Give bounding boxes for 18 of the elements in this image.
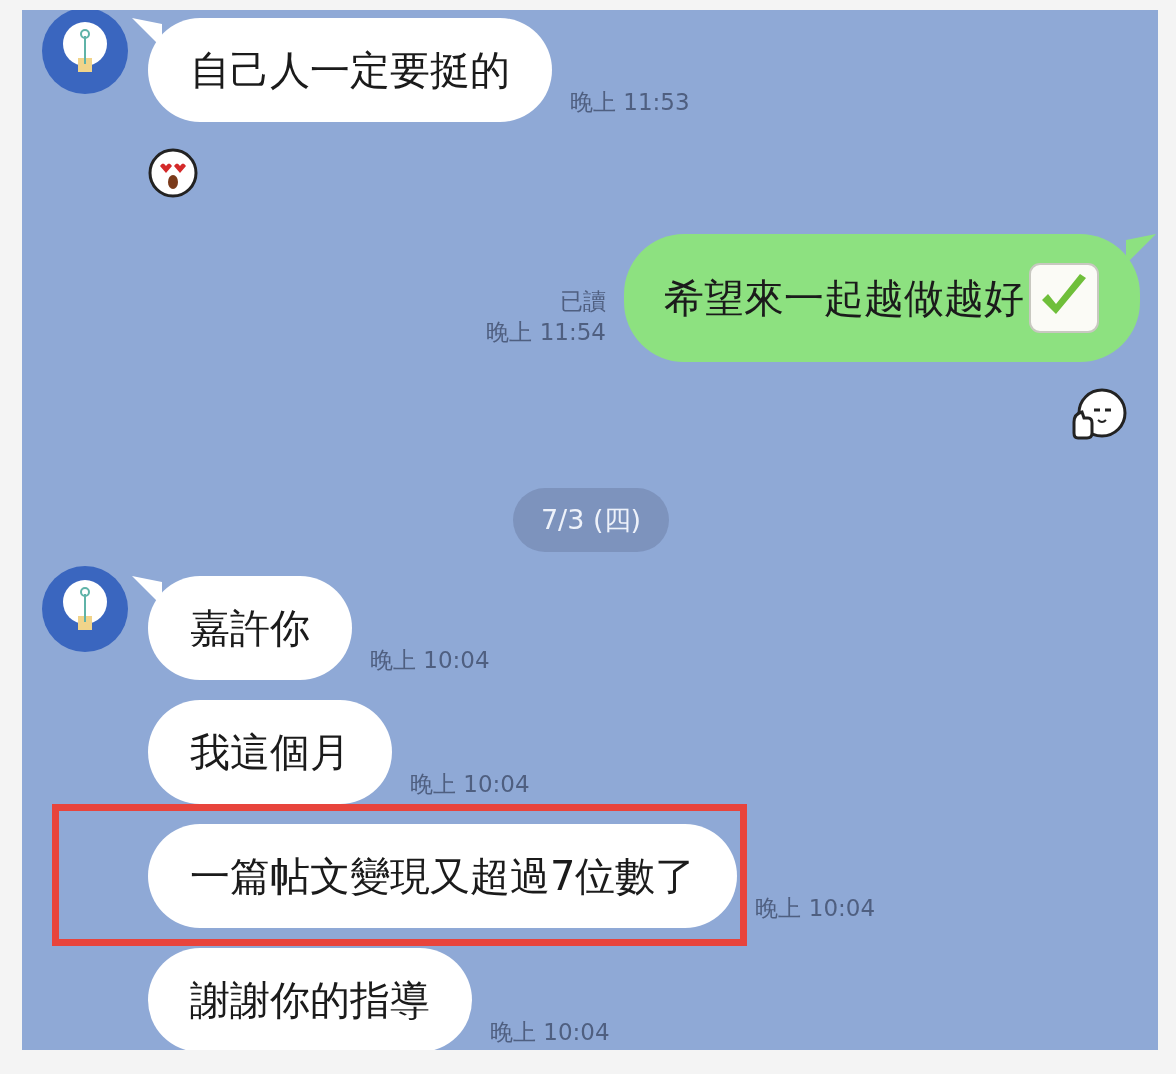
message-bubble: 我這個月 — [148, 700, 392, 804]
message-bubble: 自己人一定要挺的 — [148, 18, 552, 122]
timestamp: 晚上 10:04 — [410, 770, 530, 799]
read-receipt: 已讀 — [560, 287, 606, 316]
date-divider: 7/3 (四) — [512, 488, 670, 552]
timestamp: 晚上 10:04 — [490, 1018, 610, 1047]
check-mark-icon — [1028, 262, 1100, 334]
message-bubble: 嘉許你 — [148, 576, 352, 680]
message-bubble: 一篇帖文變現又超過7位數了 — [148, 824, 738, 928]
timestamp: 晚上 11:53 — [570, 88, 690, 117]
message-text: 希望來一起越做越好 — [664, 274, 1024, 322]
timestamp: 晚上 11:54 — [486, 318, 606, 347]
timestamp: 晚上 10:04 — [370, 646, 490, 675]
heart-eyes-emoji-icon[interactable] — [148, 148, 198, 198]
avatar-icon[interactable] — [42, 566, 128, 652]
message-bubble: 謝謝你的指導 — [148, 948, 472, 1050]
timestamp: 晚上 10:04 — [755, 894, 876, 923]
avatar-icon[interactable] — [42, 10, 128, 94]
